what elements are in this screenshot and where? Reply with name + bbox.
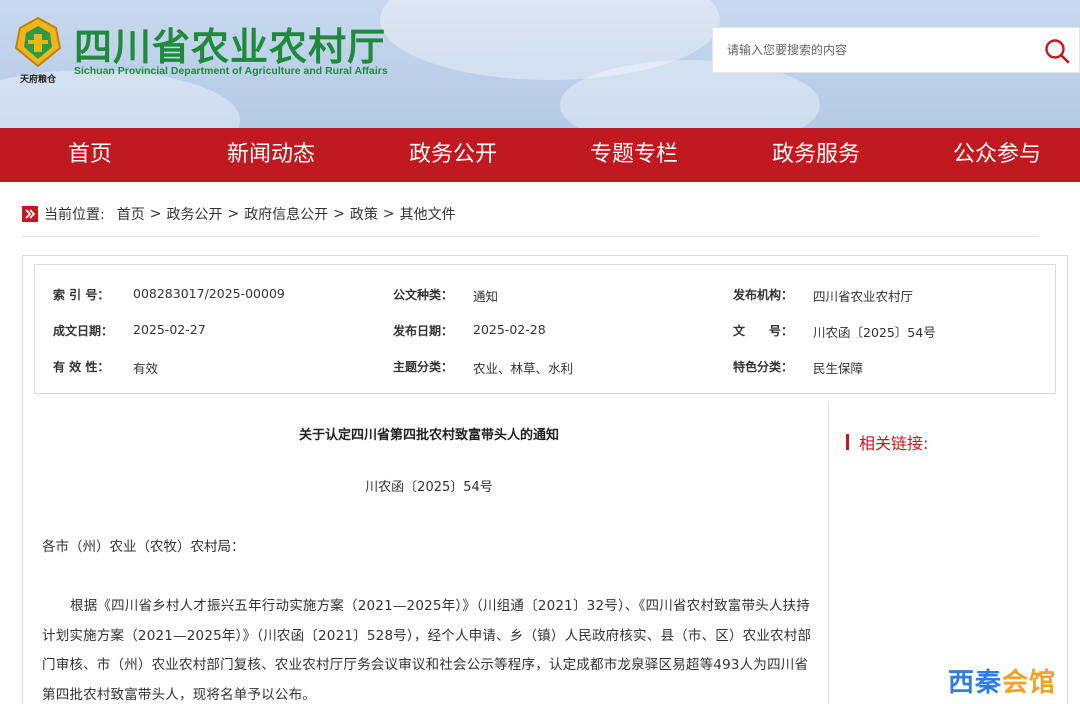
doc-number-value: 川农函〔2025〕54号 bbox=[813, 325, 936, 340]
article-paragraph: 根据《四川省乡村人才振兴五年行动实施方案（2021—2025年）》（川组通〔20… bbox=[42, 598, 812, 703]
doctype-value: 通知 bbox=[473, 289, 499, 304]
issuer-label: 发布机构： bbox=[733, 288, 794, 302]
validity-label: 有 效 性： bbox=[53, 360, 110, 374]
topic-value: 农业、林草、水利 bbox=[473, 361, 574, 376]
index-value: 008283017/2025-00009 bbox=[133, 286, 285, 301]
nav-item-topics[interactable]: 专题专栏 bbox=[564, 128, 704, 182]
nav-item-home[interactable]: 首页 bbox=[20, 128, 160, 182]
published-date-value: 2025-02-28 bbox=[473, 322, 546, 337]
main-nav: 首页 新闻动态 政务公开 专题专栏 政务服务 公众参与 bbox=[0, 128, 1080, 182]
breadcrumb-separator: > bbox=[149, 206, 162, 222]
site-logo-icon[interactable]: 天府粮仓 bbox=[10, 14, 66, 86]
breadcrumb-divider bbox=[22, 236, 1038, 237]
breadcrumb-prefix: 当前位置: bbox=[44, 207, 105, 223]
breadcrumb-policy[interactable]: 政策 bbox=[350, 204, 378, 224]
search-box bbox=[712, 27, 1080, 73]
search-input[interactable] bbox=[713, 28, 1033, 72]
article-title: 关于认定四川省第四批农村致富带头人的通知 bbox=[298, 428, 559, 443]
double-chevron-right-icon bbox=[22, 206, 38, 222]
watermark: 西秦会馆 bbox=[948, 662, 1056, 699]
article-doc-number: 川农函〔2025〕54号 bbox=[365, 480, 493, 495]
breadcrumb-separator: > bbox=[333, 206, 345, 222]
validity-value: 有效 bbox=[133, 361, 159, 376]
published-date-label: 发布日期： bbox=[393, 324, 454, 338]
feature-value: 民生保障 bbox=[813, 361, 864, 376]
created-date-label: 成文日期： bbox=[53, 324, 114, 338]
nav-item-news[interactable]: 新闻动态 bbox=[201, 128, 341, 182]
watermark-part1: 西秦 bbox=[948, 668, 1003, 698]
site-title[interactable]: 四川省农业农村厅 bbox=[74, 16, 386, 71]
breadcrumb-separator: > bbox=[382, 206, 395, 222]
breadcrumb-home[interactable]: 首页 bbox=[117, 204, 145, 224]
related-links-heading: 相关链接: bbox=[846, 430, 928, 454]
doc-number-label: 文 号： bbox=[733, 324, 794, 338]
article-salutation: 各市（州）农业（农牧）农村局： bbox=[42, 539, 245, 555]
site-header: 天府粮仓 四川省农业农村厅 Sichuan Provincial Departm… bbox=[0, 0, 1080, 128]
created-date-value: 2025-02-27 bbox=[133, 322, 206, 337]
logo-caption: 天府粮仓 bbox=[20, 73, 57, 85]
issuer-value: 四川省农业农村厅 bbox=[813, 289, 914, 304]
breadcrumb-separator: > bbox=[227, 206, 240, 222]
sidebar-divider bbox=[828, 402, 829, 704]
heading-accent-bar bbox=[846, 434, 849, 450]
nav-item-services[interactable]: 政务服务 bbox=[746, 128, 886, 182]
nav-item-gov-affairs[interactable]: 政务公开 bbox=[383, 128, 523, 182]
watermark-part2: 会馆 bbox=[1002, 668, 1057, 698]
related-links-title: 相关链接: bbox=[859, 434, 929, 453]
breadcrumb-other-docs[interactable]: 其他文件 bbox=[400, 204, 456, 224]
topic-label: 主题分类： bbox=[393, 360, 454, 374]
doctype-label: 公文种类： bbox=[393, 288, 454, 302]
search-icon[interactable] bbox=[1043, 37, 1071, 65]
site-subtitle: Sichuan Provincial Department of Agricul… bbox=[74, 65, 388, 77]
nav-item-participation[interactable]: 公众参与 bbox=[927, 128, 1067, 182]
index-label: 索 引 号： bbox=[53, 288, 110, 302]
breadcrumb-gov-affairs[interactable]: 政务公开 bbox=[166, 204, 222, 224]
feature-label: 特色分类： bbox=[733, 360, 794, 374]
breadcrumb: 当前位置: 首页 > 政务公开 > 政府信息公开 > 政策 > 其他文件 bbox=[22, 202, 456, 226]
breadcrumb-gov-info[interactable]: 政府信息公开 bbox=[244, 204, 328, 224]
